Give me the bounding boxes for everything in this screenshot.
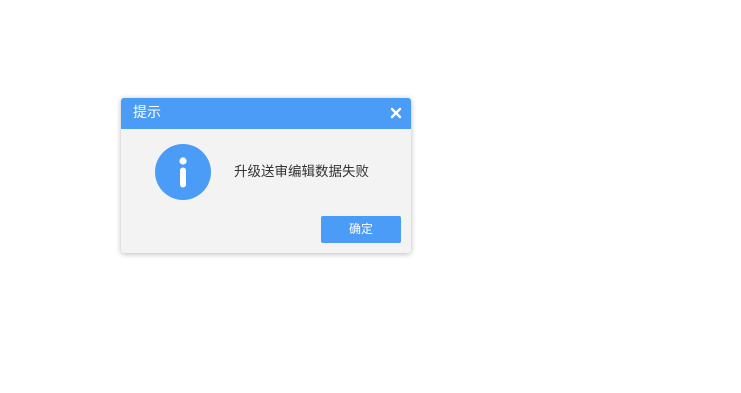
dialog-title: 提示 (133, 105, 161, 121)
alert-dialog: 提示 升级送审编辑数据失败 确定 (121, 98, 411, 253)
dialog-message: 升级送审编辑数据失败 (234, 164, 369, 180)
info-icon (155, 144, 211, 200)
close-icon[interactable] (389, 105, 403, 119)
dialog-titlebar: 提示 (121, 98, 411, 129)
ok-button[interactable]: 确定 (321, 216, 401, 243)
